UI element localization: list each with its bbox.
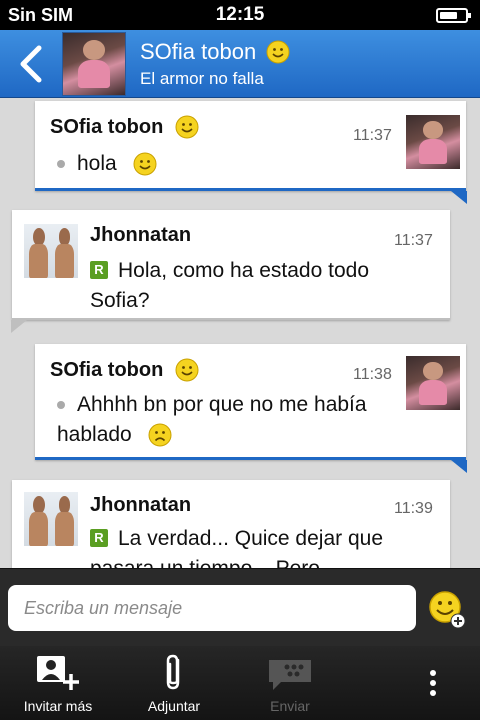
message-sender: SOfia tobon (50, 115, 164, 138)
action-toolbar: Invitar más Adjuntar Enviar (0, 646, 480, 720)
smiley-icon (175, 115, 199, 139)
message-text: hola (57, 149, 157, 179)
message-body-text: Ahhhh bn por que no me había hablado (57, 393, 367, 446)
message-input[interactable] (8, 585, 416, 631)
status-bar: Sin SIM 12:15 (0, 0, 480, 30)
message-sender: Jhonnatan (90, 224, 192, 246)
more-options-button[interactable] (348, 646, 480, 720)
composer-bar (0, 568, 480, 646)
sender-avatar[interactable] (24, 224, 78, 278)
sender-avatar[interactable] (24, 492, 78, 546)
send-button[interactable]: Enviar (232, 646, 348, 720)
battery-icon (436, 7, 471, 23)
message-body-text: Hola, como ha estado todo Sofia? (90, 259, 369, 312)
message-sender: Jhonnatan (90, 494, 192, 516)
paperclip-icon (166, 654, 180, 690)
sender-avatar[interactable] (406, 356, 460, 410)
attach-label: Adjuntar (147, 698, 201, 714)
invite-more-label: Invitar más (23, 698, 93, 714)
message-bubble[interactable]: SOfia tobon 11:38 Ahhhh bn por que no me… (35, 344, 467, 473)
contact-status-message: El armor no falla (140, 68, 264, 88)
message-body-text: La verdad... Quice dejar que pasara un t… (90, 527, 384, 568)
message-header: SOfia tobon (50, 358, 199, 382)
message-time: 11:37 (394, 232, 433, 249)
read-status-icon: R (90, 529, 108, 547)
battery-level (440, 11, 457, 19)
message-sender: SOfia tobon (50, 358, 164, 381)
message-time: 11:38 (353, 366, 392, 383)
message-time: 11:39 (394, 500, 433, 517)
smiley-icon (133, 152, 157, 176)
bbm-send-icon (269, 660, 311, 690)
message-header: Jhonnatan (90, 224, 191, 247)
message-text: R Hola, como ha estado todo Sofia? (90, 256, 410, 316)
smiley-icon (175, 358, 199, 382)
message-header: SOfia tobon (50, 115, 199, 139)
emoji-picker-icon[interactable] (427, 589, 467, 629)
contact-name: SOfia tobon (140, 38, 257, 64)
message-text: Ahhhh bn por que no me había hablado (57, 390, 403, 450)
message-header: Jhonnatan (90, 494, 191, 517)
message-body-text: hola (77, 152, 117, 175)
chat-thread[interactable]: SOfia tobon 11:37 hola Jhonnatan 11:37 R… (0, 98, 480, 568)
smiley-icon (266, 40, 290, 63)
contact-avatar[interactable] (62, 31, 126, 96)
sender-avatar[interactable] (406, 115, 460, 169)
chat-header: SOfia tobon El armor no falla (0, 30, 480, 98)
message-bubble[interactable]: SOfia tobon 11:37 hola (35, 101, 467, 204)
contact-info[interactable]: SOfia tobon El armor no falla (126, 39, 290, 89)
message-bubble[interactable]: Jhonnatan 11:37 R Hola, como ha estado to… (11, 210, 450, 333)
more-options-icon (430, 666, 436, 700)
invite-more-button[interactable]: Invitar más (0, 646, 116, 720)
message-time: 11:37 (353, 127, 392, 144)
back-button[interactable] (0, 30, 62, 98)
add-contact-icon (37, 656, 79, 690)
chevron-left-icon (20, 45, 42, 82)
message-text: RLa verdad... Quice dejar que pasara un … (90, 524, 440, 568)
attach-button[interactable]: Adjuntar (116, 646, 232, 720)
clock: 12:15 (215, 4, 265, 25)
sad-face-icon (148, 423, 172, 447)
delivery-dot-icon (57, 160, 65, 169)
delivery-dot-icon (57, 401, 65, 410)
read-status-icon: R (90, 261, 108, 279)
send-label: Enviar (270, 698, 310, 714)
message-bubble[interactable]: Jhonnatan 11:39 R La verdad... Quice deja… (12, 480, 450, 568)
